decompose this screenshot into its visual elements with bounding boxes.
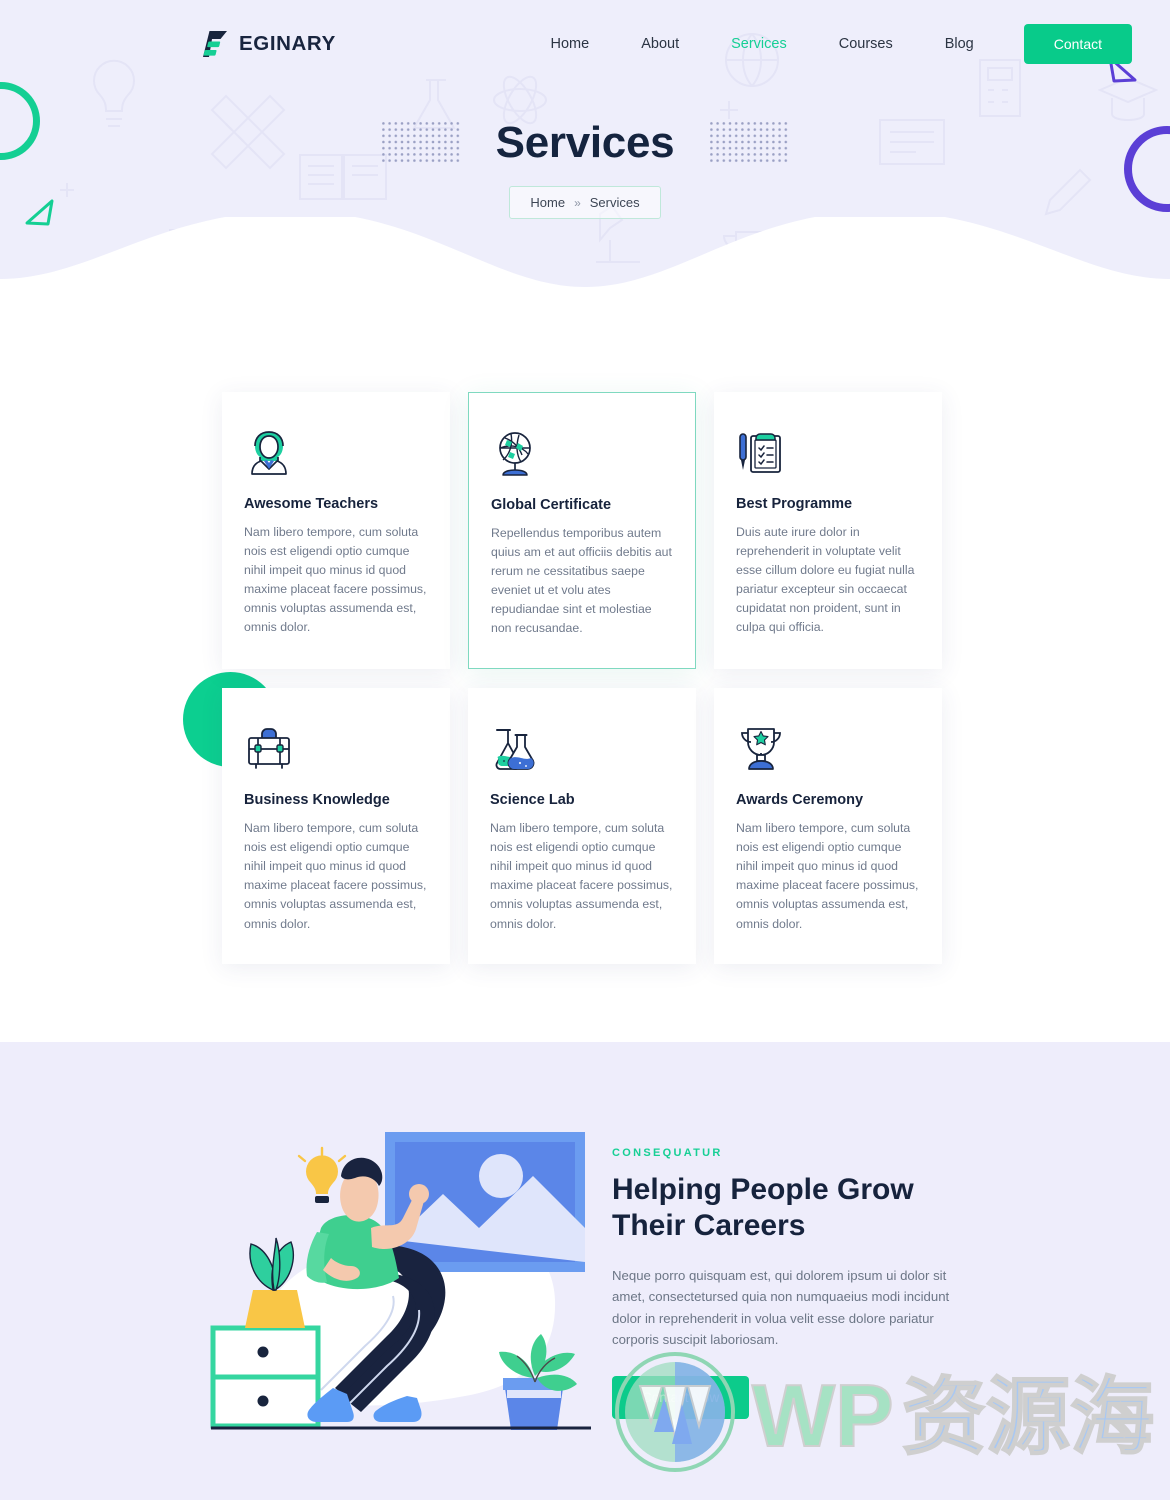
breadcrumb-separator-icon: » [574, 195, 581, 210]
nav-link-home[interactable]: Home [525, 36, 616, 52]
service-card-title: Global Certificate [491, 497, 612, 513]
service-card-title: Awesome Teachers [244, 496, 379, 512]
service-card-title: Business Knowledge [244, 792, 390, 809]
service-card[interactable]: Business Knowledge Nam libero tempore, c… [222, 688, 450, 964]
trophy-icon [736, 724, 920, 776]
clipboard-icon [736, 428, 920, 480]
service-card-text: Nam libero tempore, cum soluta nois est … [490, 821, 673, 931]
breadcrumb-current: Services [589, 195, 640, 210]
service-card-text: Repellendus temporibus autem quius am et… [491, 526, 672, 636]
service-card[interactable]: Best Programme Duis aute irure dolor in … [714, 392, 942, 670]
services-grid: Awesome Teachers Nam libero tempore, cum… [222, 392, 948, 964]
nav-link-about[interactable]: About [615, 36, 705, 52]
service-card[interactable]: Awesome Teachers Nam libero tempore, cum… [222, 392, 450, 670]
person-with-picture-frame-illustration [210, 1131, 591, 1430]
briefcase-icon [244, 724, 428, 776]
service-card-text: Nam libero tempore, cum soluta nois est … [736, 821, 919, 931]
decorative-dot-grid-right [710, 122, 789, 164]
service-card-title: Science Lab [490, 792, 575, 809]
main-navigation: EGINARY Home About Services Courses Blog… [0, 0, 1170, 88]
nav-link-blog[interactable]: Blog [919, 36, 1000, 52]
service-card-title: Best Programme [736, 496, 853, 512]
hero-wave-divider [0, 217, 1170, 320]
nav-links: Home About Services Courses Blog Contact [525, 24, 1132, 64]
breadcrumb-link-home[interactable]: Home [530, 195, 565, 210]
service-card-text: Nam libero tempore, cum soluta nois est … [244, 821, 427, 931]
cta-section: CONSEQUATUR Helping People Grow Their Ca… [0, 1041, 1170, 1500]
service-card-text: Duis aute irure dolor in reprehenderit i… [736, 525, 915, 635]
contact-now-button[interactable]: Contact Now [612, 1376, 750, 1420]
contact-button[interactable]: Contact [1023, 24, 1132, 64]
breadcrumb: Home » Services [509, 186, 661, 219]
services-section: Awesome Teachers Nam libero tempore, cum… [0, 320, 1170, 964]
services-page: EGINARY Home About Services Courses Blog… [0, 0, 1170, 1500]
decorative-dot-grid-left [381, 122, 460, 164]
nav-link-services[interactable]: Services [705, 36, 813, 52]
cta-content: CONSEQUATUR Helping People Grow Their Ca… [612, 1147, 952, 1420]
cta-description: Neque porro quisquam est, qui dolorem ip… [612, 1267, 950, 1347]
cta-heading: Helping People Grow Their Careers [612, 1172, 914, 1243]
globe-icon [491, 429, 673, 481]
service-card[interactable]: Science Lab Nam libero tempore, cum solu… [468, 688, 696, 964]
cta-eyebrow: CONSEQUATUR [612, 1146, 723, 1159]
brand-name: EGINARY [239, 32, 336, 55]
hero-section: EGINARY Home About Services Courses Blog… [0, 0, 1170, 320]
flask-icon [490, 724, 674, 776]
service-card-title: Awards Ceremony [736, 792, 864, 809]
service-card-text: Nam libero tempore, cum soluta nois est … [244, 525, 427, 635]
page-title: Services [495, 118, 675, 167]
service-card-featured[interactable]: Global Certificate Repellendus temporibu… [468, 392, 696, 670]
teacher-icon [244, 428, 428, 480]
eginary-logo-icon [203, 31, 227, 57]
service-card[interactable]: Awards Ceremony Nam libero tempore, cum … [714, 688, 942, 964]
nav-link-courses[interactable]: Courses [813, 36, 919, 52]
brand-logo[interactable]: EGINARY [200, 29, 336, 59]
